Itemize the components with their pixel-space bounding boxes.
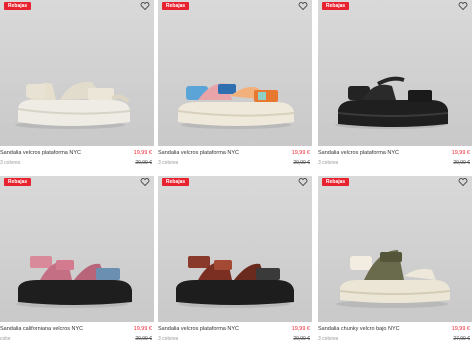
product-colors: 3 colores — [0, 160, 21, 166]
product-name[interactable]: Sandalia chunky velcro bajo NYC — [318, 326, 400, 332]
sale-badge: Rebajas — [322, 2, 350, 10]
wishlist-heart-icon[interactable] — [140, 177, 150, 187]
product-image[interactable]: Rebajas — [158, 176, 312, 322]
product-grid: Rebajas Sandalia velcros plataforma NYC … — [0, 0, 475, 344]
product-image[interactable]: Rebajas — [158, 0, 312, 146]
product-colors: 3 colores — [318, 160, 339, 166]
product-old-price: 29,99 € — [293, 160, 310, 166]
product-name[interactable]: Sandalia velcros plataforma NYC — [318, 150, 399, 156]
sandal-image — [336, 250, 450, 308]
sandal-image — [335, 76, 448, 129]
wishlist-heart-icon[interactable] — [458, 177, 468, 187]
product-image[interactable]: Rebajas — [318, 0, 472, 146]
wishlist-heart-icon[interactable] — [298, 1, 308, 11]
sale-badge: Rebajas — [162, 178, 190, 186]
product-price: 19,99 € — [133, 150, 152, 156]
product-info: Sandalia velcros plataforma NYC 19,99 € … — [318, 150, 472, 174]
sandal-image — [16, 256, 132, 308]
product-colors: 3 colores — [158, 160, 179, 166]
product-colors: 3 colores — [158, 336, 179, 342]
sandal-image — [15, 81, 130, 129]
product-info: Sandalia chunky velcro bajo NYC 19,99 € … — [318, 326, 472, 350]
product-old-price: 29,99 € — [453, 160, 470, 166]
sale-badge: Rebajas — [162, 2, 190, 10]
product-price: 19,99 € — [291, 150, 310, 156]
product-price: 19,99 € — [451, 150, 470, 156]
sale-badge: Rebajas — [4, 2, 32, 10]
product-info: Sandalia velcros plataforma NYC 19,99 € … — [158, 326, 312, 350]
product-image[interactable]: Rebajas — [0, 0, 154, 146]
product-info: Sandalia californiana velcros NYC 19,99 … — [0, 326, 154, 350]
product-price: 19,99 € — [133, 326, 152, 332]
product-colors: color — [0, 336, 11, 342]
product-name[interactable]: Sandalia velcros plataforma NYC — [158, 150, 239, 156]
wishlist-heart-icon[interactable] — [140, 1, 150, 11]
product-price: 19,99 € — [291, 326, 310, 332]
product-image[interactable]: Rebajas — [318, 176, 472, 322]
product-info: Sandalia velcros plataforma NYC 19,99 € … — [0, 150, 154, 174]
product-colors: 3 colores — [318, 336, 339, 342]
product-price: 19,99 € — [451, 326, 470, 332]
product-name[interactable]: Sandalia californiana velcros NYC — [0, 326, 83, 332]
product-old-price: 29,99 € — [135, 336, 152, 342]
sale-badge: Rebajas — [322, 178, 350, 186]
product-image[interactable]: Rebajas — [0, 176, 154, 322]
wishlist-heart-icon[interactable] — [298, 177, 308, 187]
product-old-price: 29,99 € — [293, 336, 310, 342]
product-info: Sandalia velcros plataforma NYC 19,99 € … — [158, 150, 312, 174]
product-name[interactable]: Sandalia velcros plataforma NYC — [158, 326, 239, 332]
product-old-price: 29,99 € — [135, 160, 152, 166]
sandal-image — [176, 256, 294, 308]
sandal-image — [178, 83, 294, 129]
sale-badge: Rebajas — [4, 178, 32, 186]
product-old-price: 27,99 € — [453, 336, 470, 342]
wishlist-heart-icon[interactable] — [458, 1, 468, 11]
product-name[interactable]: Sandalia velcros plataforma NYC — [0, 150, 81, 156]
